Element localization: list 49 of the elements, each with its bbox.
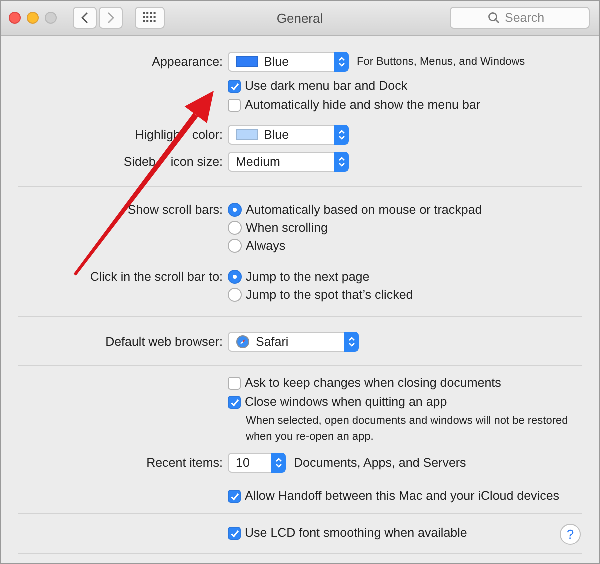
checkbox-option[interactable]: Automatically hide and show the menu bar [228,97,481,114]
popup-menu[interactable]: Blue [228,124,349,144]
help-text: When selected, open documents and windows will not be restored when you re-open an app. [246,414,570,445]
popup-menu[interactable]: Blue [228,52,349,72]
setting-label: Sideb [124,154,156,168]
checkbox-option[interactable]: Use dark menu bar and Dock [228,78,408,95]
search-icon [488,12,500,24]
check-icon [230,398,240,408]
checkbox-option[interactable]: Use LCD font smoothing when available [228,525,468,542]
compass-icon [236,334,250,348]
show-all-button[interactable] [135,7,165,29]
radio-option[interactable]: When scrolling [228,219,328,237]
popup-menu[interactable]: Medium [228,152,349,172]
up-down-chevron-icon [274,456,282,468]
setting-label: color: [192,128,223,142]
radio-option[interactable]: Automatically based on mouse or trackpad [228,201,482,219]
up-down-chevron-icon [348,336,356,348]
popup-note: Documents, Apps, and Servers [294,456,466,470]
chevron-left-icon [81,12,89,24]
check-icon [230,528,240,538]
help-button[interactable]: ? [560,524,581,545]
setting-label: Default web browser: [106,334,223,348]
chevron-right-icon [107,12,115,24]
setting-label: icon size: [170,154,223,168]
popup-menu[interactable]: Safari [228,332,359,352]
close-button[interactable] [9,12,21,24]
back-button[interactable] [73,7,97,29]
setting-label: Recent items: [146,456,223,470]
checkbox-option[interactable]: Ask to keep changes when closing documents [228,375,502,392]
setting-label: Appearance: [152,54,223,68]
window-title: General [276,10,324,26]
popup-menu[interactable]: 10 [228,452,286,472]
checkbox-option[interactable]: Close windows when quitting an app [228,394,448,411]
search-field[interactable]: Search [450,7,590,29]
minimize-button[interactable] [27,12,39,24]
check-icon [230,492,240,502]
checkbox-option[interactable]: Allow Handoff between this Mac and your iCloud devices [228,488,560,505]
radio-option[interactable]: Always [228,237,286,255]
up-down-chevron-icon [338,128,346,140]
radio-option[interactable]: Jump to the next page [228,268,370,286]
up-down-chevron-icon [338,56,346,68]
check-icon [230,82,240,92]
up-down-chevron-icon [338,156,346,168]
setting-label: Click in the scroll bar to: [90,270,223,284]
setting-label: Highligh [135,128,180,142]
popup-note: For Buttons, Menus, and Windows [357,56,526,68]
setting-label: Show scroll bars: [128,203,223,217]
radio-option[interactable]: Jump to the spot that’s clicked [228,286,414,304]
grid-icon [143,12,157,24]
